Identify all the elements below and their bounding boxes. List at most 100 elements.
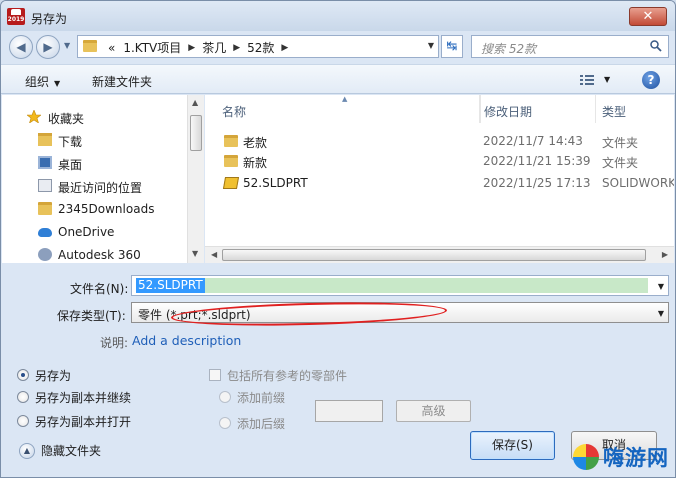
sidebar-item-2345downloads[interactable]: 2345Downloads bbox=[2, 198, 187, 220]
radio-button[interactable] bbox=[17, 391, 29, 403]
prefix-suffix-input[interactable] bbox=[315, 400, 383, 422]
back-button[interactable]: ◀ bbox=[9, 35, 33, 59]
radio-button[interactable] bbox=[219, 417, 231, 429]
breadcrumb-item-chaji[interactable]: 茶几 bbox=[198, 39, 230, 56]
new-folder-button[interactable]: 新建文件夹 bbox=[92, 73, 152, 90]
desktop-icon bbox=[38, 156, 52, 169]
organize-button[interactable]: 组织 ▼ bbox=[25, 73, 60, 90]
filename-field[interactable]: 52.SLDPRT ▼ bbox=[131, 275, 669, 296]
sidebar-item-label: 2345Downloads bbox=[58, 202, 155, 216]
file-date: 2022/11/7 14:43 bbox=[483, 134, 583, 148]
breadcrumb-item-ktv[interactable]: 1.KTV项目 bbox=[119, 39, 185, 56]
radio-button-checked[interactable] bbox=[17, 369, 29, 381]
scroll-down-icon[interactable]: ▼ bbox=[192, 249, 198, 258]
chevron-down-icon[interactable]: ▼ bbox=[658, 309, 664, 318]
scroll-left-icon[interactable]: ◀ bbox=[211, 250, 217, 259]
forward-button[interactable]: ▶ bbox=[36, 35, 60, 59]
breadcrumb-overflow[interactable]: « bbox=[104, 41, 119, 55]
collapse-up-icon: ▲ bbox=[19, 442, 35, 459]
sidebar-item-label: 下载 bbox=[58, 135, 83, 149]
save-as-dialog: 2019 另存为 ✕ ◀ ▶ ▼ « 1.KTV项目 ▶ 茶几 ▶ 52款 ▶ … bbox=[0, 0, 676, 478]
radio-add-suffix[interactable]: 添加后缀 bbox=[219, 414, 285, 432]
table-row[interactable]: 老款 2022/11/7 14:43 文件夹 bbox=[205, 131, 674, 151]
table-row[interactable]: 新款 2022/11/21 15:39 文件夹 bbox=[205, 151, 674, 171]
filename-label: 文件名(N): bbox=[70, 282, 129, 296]
search-input[interactable]: 搜索 52款 bbox=[471, 35, 669, 58]
add-description-link[interactable]: Add a description bbox=[132, 333, 241, 348]
checkbox[interactable] bbox=[209, 369, 221, 381]
address-dropdown-icon[interactable]: ▼ bbox=[428, 41, 434, 50]
chevron-right-icon[interactable]: ▶ bbox=[230, 43, 243, 53]
description-label: 说明: bbox=[100, 336, 129, 350]
watermark-text: 嗨游网 bbox=[603, 446, 669, 470]
column-header-label: 修改日期 bbox=[484, 105, 533, 119]
view-options-icon[interactable] bbox=[579, 74, 595, 86]
radio-save-as[interactable]: 另存为 bbox=[17, 366, 71, 384]
radio-label: 添加后缀 bbox=[237, 416, 286, 431]
save-button[interactable]: 保存(S) bbox=[470, 431, 555, 460]
filetype-label: 保存类型(T): bbox=[57, 309, 126, 323]
file-type: 文件夹 bbox=[602, 156, 639, 170]
watermark-logo-icon bbox=[573, 444, 599, 470]
file-date: 2022/11/21 15:39 bbox=[483, 154, 591, 168]
refresh-button[interactable]: ↹ bbox=[441, 35, 463, 58]
hide-folders-button[interactable]: ▲ 隐藏文件夹 bbox=[19, 442, 101, 459]
scroll-thumb[interactable] bbox=[222, 249, 646, 261]
scroll-up-icon[interactable]: ▲ bbox=[192, 98, 198, 107]
scroll-thumb[interactable] bbox=[190, 115, 202, 151]
radio-save-as-copy-open[interactable]: 另存为副本并打开 bbox=[17, 412, 131, 430]
sidebar-item-favorites[interactable]: 收藏夹 bbox=[2, 106, 187, 128]
sidebar-item-downloads[interactable]: 下载 bbox=[2, 129, 187, 151]
sidebar-item-label: OneDrive bbox=[58, 225, 115, 239]
file-name: 新款 bbox=[243, 156, 268, 170]
sidebar-scrollbar[interactable]: ▲ ▼ bbox=[187, 95, 204, 263]
advanced-button[interactable]: 高级 bbox=[396, 400, 471, 422]
breadcrumb-item-52[interactable]: 52款 bbox=[243, 39, 278, 56]
address-bar[interactable]: « 1.KTV项目 ▶ 茶几 ▶ 52款 ▶ ▼ bbox=[77, 35, 439, 58]
filename-value: 52.SLDPRT bbox=[136, 278, 205, 293]
autodesk-360-icon bbox=[38, 248, 52, 261]
scroll-right-icon[interactable]: ▶ bbox=[662, 250, 668, 259]
include-refs-checkbox[interactable]: 包括所有参考的零部件 bbox=[209, 366, 347, 384]
command-toolbar: 组织 ▼ 新建文件夹 ▼ ? bbox=[1, 64, 675, 94]
help-icon[interactable]: ? bbox=[642, 71, 660, 89]
onedrive-icon bbox=[38, 228, 52, 237]
sidebar-item-autodesk360[interactable]: Autodesk 360 bbox=[2, 244, 187, 266]
solidworks-part-icon bbox=[222, 177, 240, 189]
radio-label: 另存为 bbox=[35, 368, 72, 383]
close-button[interactable]: ✕ bbox=[629, 7, 667, 26]
table-row[interactable]: 52.SLDPRT 2022/11/25 17:13 SOLIDWORKS bbox=[205, 173, 674, 193]
title-bar: 2019 另存为 ✕ bbox=[1, 1, 675, 31]
column-header-date[interactable]: 修改日期 bbox=[480, 95, 596, 123]
column-header-label: 名称 bbox=[222, 105, 247, 119]
chevron-right-icon[interactable]: ▶ bbox=[185, 43, 198, 53]
sidebar-item-onedrive[interactable]: OneDrive bbox=[2, 221, 187, 243]
recent-locations-dropdown-icon[interactable]: ▼ bbox=[64, 41, 70, 50]
watermark-logo: 嗨游网 bbox=[571, 438, 675, 476]
radio-button[interactable] bbox=[17, 415, 29, 427]
chevron-right-icon[interactable]: ▶ bbox=[278, 43, 291, 53]
file-date: 2022/11/25 17:13 bbox=[483, 176, 591, 190]
star-icon bbox=[27, 110, 41, 123]
file-name: 老款 bbox=[243, 136, 268, 150]
column-header-type[interactable]: 类型 bbox=[596, 95, 674, 123]
file-list: ▲ 名称 修改日期 类型 老款 2022/11/7 14:43 文件夹 新款 2… bbox=[205, 95, 674, 263]
column-header-label: 类型 bbox=[602, 105, 627, 119]
file-type: SOLIDWORKS bbox=[602, 176, 674, 190]
chevron-down-icon: ▼ bbox=[54, 79, 61, 88]
navigation-bar: ◀ ▶ ▼ « 1.KTV项目 ▶ 茶几 ▶ 52款 ▶ ▼ ↹ 搜索 52款 bbox=[1, 31, 675, 63]
sidebar-item-recent[interactable]: 最近访问的位置 bbox=[2, 175, 187, 197]
chevron-down-icon[interactable]: ▼ bbox=[658, 282, 664, 291]
folder-icon bbox=[83, 40, 97, 52]
column-header-name[interactable]: 名称 bbox=[205, 95, 480, 123]
sidebar-item-label: Autodesk 360 bbox=[58, 248, 141, 262]
search-icon[interactable] bbox=[650, 40, 662, 52]
radio-button[interactable] bbox=[219, 391, 231, 403]
file-list-hscrollbar[interactable]: ◀ ▶ bbox=[205, 246, 674, 263]
sidebar-item-desktop[interactable]: 桌面 bbox=[2, 152, 187, 174]
radio-save-as-copy-continue[interactable]: 另存为副本并继续 bbox=[17, 388, 131, 406]
recent-places-icon bbox=[38, 179, 52, 192]
hide-folders-label: 隐藏文件夹 bbox=[41, 444, 102, 458]
radio-add-prefix[interactable]: 添加前缀 bbox=[219, 388, 285, 406]
view-dropdown-icon[interactable]: ▼ bbox=[604, 75, 610, 84]
